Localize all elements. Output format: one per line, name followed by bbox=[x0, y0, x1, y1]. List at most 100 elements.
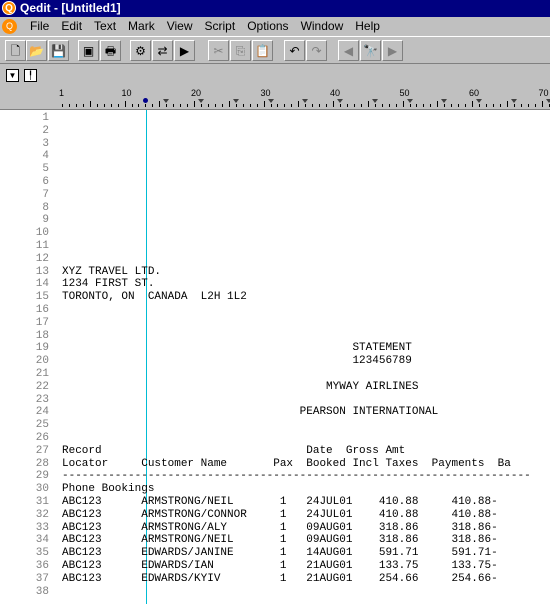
find-next-icon[interactable]: ▶ bbox=[382, 40, 403, 61]
find-icon[interactable]: 🔭 bbox=[360, 40, 381, 61]
qedit-app-icon[interactable]: Q bbox=[2, 1, 16, 15]
line-text[interactable]: ----------------------------------------… bbox=[62, 470, 531, 483]
line-text[interactable]: STATEMENT bbox=[62, 342, 411, 355]
title-bar[interactable]: Q Qedit - [Untitled1] bbox=[0, 0, 550, 17]
editor-line[interactable]: 36 ABC123 EDWARDS/IAN 1 21AUG01 133.75 13… bbox=[0, 560, 550, 573]
line-text[interactable]: ABC123 EDWARDS/IAN 1 21AUG01 133.75 133.… bbox=[62, 560, 498, 573]
copy-icon[interactable]: ⎘ bbox=[230, 40, 251, 61]
editor-area[interactable]: 1 2 3 4 5 6 7 8 9 10 11 12 13 XYZ TRAVEL LTD. 14 1234 F… bbox=[0, 110, 550, 604]
editor-line[interactable]: 19 STATEMENT bbox=[0, 342, 550, 355]
menu-file[interactable]: File bbox=[24, 19, 55, 34]
tab-stop-marker[interactable] bbox=[337, 99, 343, 103]
editor-line[interactable]: 38 bbox=[0, 586, 550, 599]
editor-line[interactable]: 23 bbox=[0, 394, 550, 407]
editor-line[interactable]: 13 XYZ TRAVEL LTD. bbox=[0, 266, 550, 279]
editor-line[interactable]: 11 bbox=[0, 240, 550, 253]
tab-stop-marker[interactable] bbox=[198, 99, 204, 103]
editor-line[interactable]: 17 bbox=[0, 317, 550, 330]
save-all-icon[interactable]: ▣ bbox=[78, 40, 99, 61]
tab-stop-marker[interactable] bbox=[232, 99, 239, 103]
editor-line[interactable]: 21 bbox=[0, 368, 550, 381]
menu-options[interactable]: Options bbox=[241, 19, 294, 34]
editor-line[interactable]: 6 bbox=[0, 176, 550, 189]
line-text[interactable]: ABC123 EDWARDS/JANINE 1 14AUG01 591.71 5… bbox=[62, 547, 498, 560]
editor-line[interactable]: 1 bbox=[0, 112, 550, 125]
line-text[interactable]: XYZ TRAVEL LTD. bbox=[62, 266, 161, 279]
tab-stop-marker[interactable] bbox=[441, 99, 448, 103]
line-text[interactable]: Locator Customer Name Pax Booked Incl Ta… bbox=[62, 458, 511, 471]
save-icon[interactable]: 💾 bbox=[48, 40, 69, 61]
tab-stop-marker[interactable] bbox=[163, 99, 170, 103]
editor-line[interactable]: 28 Locator Customer Name Pax Booked Incl … bbox=[0, 458, 550, 471]
dropdown-icon[interactable]: ▼ bbox=[6, 69, 19, 82]
line-text[interactable]: ABC123 ARMSTRONG/ALY 1 09AUG01 318.86 31… bbox=[62, 522, 498, 535]
tab-stop-marker[interactable] bbox=[406, 99, 413, 103]
document-control-icon[interactable]: Q bbox=[2, 19, 17, 34]
open-icon[interactable]: 📂 bbox=[26, 40, 47, 61]
tab-stop-marker[interactable] bbox=[267, 99, 274, 103]
tab-stop-marker[interactable] bbox=[371, 99, 378, 103]
menu-help[interactable]: Help bbox=[349, 19, 386, 34]
undo-icon[interactable]: ↶ bbox=[284, 40, 305, 61]
editor-line[interactable]: 20 123456789 bbox=[0, 355, 550, 368]
tab-stop-marker[interactable] bbox=[545, 99, 550, 103]
find-previous-icon[interactable]: ◀ bbox=[338, 40, 359, 61]
editor-line[interactable]: 15 TORONTO, ON CANADA L2H 1L2 bbox=[0, 291, 550, 304]
marker-icon[interactable]: ╿ bbox=[24, 69, 37, 82]
menu-text[interactable]: Text bbox=[88, 19, 122, 34]
editor-line[interactable]: 3 bbox=[0, 138, 550, 151]
line-text[interactable]: MYWAY AIRLINES bbox=[62, 381, 418, 394]
line-text[interactable]: ABC123 ARMSTRONG/CONNOR 1 24JUL01 410.88… bbox=[62, 509, 498, 522]
editor-line[interactable]: 29 --------------------------------------… bbox=[0, 470, 550, 483]
line-text[interactable]: ABC123 ARMSTRONG/NEIL 1 09AUG01 318.86 3… bbox=[62, 534, 498, 547]
ruler[interactable]: 1 10 20 30 40 50 60 70 bbox=[0, 86, 550, 110]
editor-line[interactable]: 31 ABC123 ARMSTRONG/NEIL 1 24JUL01 410.88… bbox=[0, 496, 550, 509]
new-icon[interactable]: 🗋 bbox=[5, 40, 26, 61]
line-text[interactable]: PEARSON INTERNATIONAL bbox=[62, 406, 439, 419]
editor-line[interactable]: 12 bbox=[0, 253, 550, 266]
editor-line[interactable]: 24 PEARSON INTERNATIONAL bbox=[0, 406, 550, 419]
editor-line[interactable]: 8 bbox=[0, 202, 550, 215]
cut-icon[interactable]: ✂ bbox=[208, 40, 229, 61]
editor-line[interactable]: 32 ABC123 ARMSTRONG/CONNOR 1 24JUL01 410.… bbox=[0, 509, 550, 522]
line-text[interactable]: Record Date Gross Amt bbox=[62, 445, 405, 458]
editor-line[interactable]: 7 bbox=[0, 189, 550, 202]
run-icon[interactable]: ▶ bbox=[174, 40, 195, 61]
compile-icon[interactable]: ⚙ bbox=[130, 40, 151, 61]
line-text[interactable]: 1234 FIRST ST. bbox=[62, 278, 154, 291]
line-text[interactable]: Phone Bookings bbox=[62, 483, 154, 496]
editor-line[interactable]: 22 MYWAY AIRLINES bbox=[0, 381, 550, 394]
paste-icon[interactable]: 📋 bbox=[252, 40, 273, 61]
editor-line[interactable]: 10 bbox=[0, 227, 550, 240]
line-text[interactable]: TORONTO, ON CANADA L2H 1L2 bbox=[62, 291, 247, 304]
menu-window[interactable]: Window bbox=[295, 19, 350, 34]
menu-edit[interactable]: Edit bbox=[55, 19, 88, 34]
editor-line[interactable]: 26 bbox=[0, 432, 550, 445]
editor-line[interactable]: 37 ABC123 EDWARDS/KYIV 1 21AUG01 254.66 2… bbox=[0, 573, 550, 586]
line-text[interactable]: 123456789 bbox=[62, 355, 411, 368]
redo-icon[interactable]: ↷ bbox=[306, 40, 327, 61]
menu-mark[interactable]: Mark bbox=[122, 19, 161, 34]
editor-line[interactable]: 34 ABC123 ARMSTRONG/NEIL 1 09AUG01 318.86… bbox=[0, 534, 550, 547]
editor-line[interactable]: 35 ABC123 EDWARDS/JANINE 1 14AUG01 591.71… bbox=[0, 547, 550, 560]
compare-icon[interactable]: ⇄ bbox=[152, 40, 173, 61]
editor-line[interactable]: 9 bbox=[0, 214, 550, 227]
editor-line[interactable]: 5 bbox=[0, 163, 550, 176]
editor-line[interactable]: 27 Record Date Gross Amt bbox=[0, 445, 550, 458]
editor-line[interactable]: 25 bbox=[0, 419, 550, 432]
editor-line[interactable]: 4 bbox=[0, 150, 550, 163]
tab-stop-marker[interactable] bbox=[302, 99, 309, 103]
menu-view[interactable]: View bbox=[161, 19, 199, 34]
editor-line[interactable]: 14 1234 FIRST ST. bbox=[0, 278, 550, 291]
editor-line[interactable]: 18 bbox=[0, 330, 550, 343]
print-icon[interactable]: 🖶 bbox=[100, 40, 121, 61]
editor-line[interactable]: 2 bbox=[0, 125, 550, 138]
tab-stop-marker[interactable] bbox=[510, 99, 517, 103]
tab-stop-marker[interactable] bbox=[476, 99, 482, 103]
line-text[interactable]: ABC123 EDWARDS/KYIV 1 21AUG01 254.66 254… bbox=[62, 573, 498, 586]
line-text[interactable]: ABC123 ARMSTRONG/NEIL 1 24JUL01 410.88 4… bbox=[62, 496, 498, 509]
editor-line[interactable]: 30 Phone Bookings bbox=[0, 483, 550, 496]
menu-script[interactable]: Script bbox=[199, 19, 242, 34]
editor-line[interactable]: 16 bbox=[0, 304, 550, 317]
editor-line[interactable]: 33 ABC123 ARMSTRONG/ALY 1 09AUG01 318.86 … bbox=[0, 522, 550, 535]
